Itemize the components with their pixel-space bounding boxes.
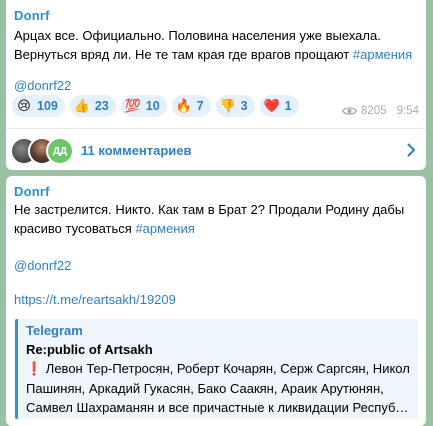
- reaction-count: 7: [196, 99, 204, 113]
- message-bubble-1: Donrf Арцах все. Официально. Половина на…: [6, 0, 426, 170]
- reaction-count: 10: [145, 99, 160, 113]
- hashtag-link[interactable]: #армения: [135, 221, 194, 236]
- reaction-crying[interactable]: 😢 109: [12, 95, 65, 117]
- crying-face-icon: 😢: [17, 98, 31, 113]
- reaction-count: 23: [94, 99, 109, 113]
- hashtag-link[interactable]: #армения: [353, 47, 412, 62]
- chevron-right-icon[interactable]: [407, 143, 416, 157]
- message-text: Не застрелится. Никто. Как там в Брат 2?…: [14, 200, 416, 238]
- preview-description-text: Левон Тер-Петросян, Роберт Кочарян, Серж…: [26, 361, 410, 415]
- preview-description: ❗ Левон Тер-Петросян, Роберт Кочарян, Се…: [26, 359, 412, 418]
- message-text: Арцах все. Официально. Половина населени…: [14, 26, 416, 64]
- mention-line: @donrf22: [14, 76, 416, 95]
- mention-link[interactable]: @donrf22: [14, 78, 71, 93]
- url-link[interactable]: https://t.me/reartsakh/19209: [14, 292, 176, 307]
- message-author[interactable]: Donrf: [14, 8, 50, 23]
- hundred-points-icon: 💯: [124, 98, 141, 113]
- preview-title: Re:public of Artsakh: [26, 342, 153, 357]
- comments-count-label[interactable]: 11 комментариев: [81, 143, 192, 158]
- reaction-count: 1: [284, 99, 292, 113]
- message-body: Арцах все. Официально. Половина населени…: [14, 28, 381, 62]
- message-author[interactable]: Donrf: [14, 184, 50, 199]
- commenter-avatars: ДД: [10, 136, 74, 165]
- view-count: 8205: [361, 105, 387, 117]
- reaction-count: 109: [37, 99, 58, 113]
- avatar: ДД: [46, 137, 74, 165]
- reactions-row: 😢 109 👍 23 💯 10 🔥 7 👎 3 ❤️ 1: [12, 95, 299, 117]
- message-time: 9:54: [396, 105, 419, 117]
- heart-icon: ❤️: [263, 98, 280, 113]
- url-line: https://t.me/reartsakh/19209: [14, 290, 416, 309]
- message-bubble-2: Donrf Не застрелится. Никто. Как там в Б…: [6, 176, 426, 426]
- thumbs-up-icon: 👍: [73, 98, 90, 113]
- reaction-thumbs-down[interactable]: 👎 3: [215, 95, 255, 117]
- message-meta: 8205 9:54: [342, 105, 419, 117]
- reaction-thumbs-up[interactable]: 👍 23: [69, 95, 116, 117]
- mention-line: @donrf22: [14, 256, 416, 275]
- reaction-heart[interactable]: ❤️ 1: [259, 95, 299, 117]
- reaction-hundred[interactable]: 💯 10: [120, 95, 167, 117]
- fire-icon: 🔥: [175, 98, 192, 113]
- comments-bar[interactable]: ДД 11 комментариев: [6, 128, 426, 171]
- exclamation-icon: ❗: [26, 361, 43, 376]
- link-preview[interactable]: Telegram Re:public of Artsakh ❗ Левон Те…: [15, 319, 418, 419]
- preview-site-name: Telegram: [26, 323, 83, 338]
- message-body: Не застрелится. Никто. Как там в Брат 2?…: [14, 202, 405, 236]
- thumbs-down-icon: 👎: [219, 98, 236, 113]
- reaction-fire[interactable]: 🔥 7: [171, 95, 211, 117]
- reaction-count: 3: [240, 99, 248, 113]
- mention-link[interactable]: @donrf22: [14, 258, 71, 273]
- eye-icon: [342, 107, 357, 115]
